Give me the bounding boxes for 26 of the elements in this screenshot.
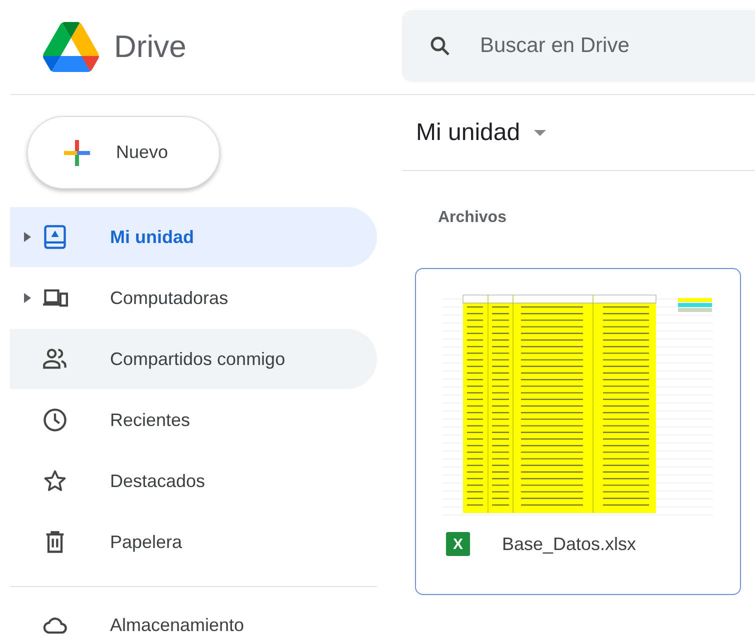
file-card[interactable]: X Base_Datos.xlsx: [415, 268, 741, 595]
sidebar-item[interactable]: Computadoras: [10, 268, 377, 328]
drive-logo-icon: [42, 22, 100, 72]
location-menu-button[interactable]: Mi unidad: [402, 118, 546, 146]
sidebar-item[interactable]: Destacados: [10, 451, 377, 511]
new-button[interactable]: Nuevo: [27, 116, 220, 189]
expand-arrow-icon[interactable]: [24, 232, 31, 242]
section-heading: Archivos: [437, 208, 508, 228]
drive-icon: [42, 224, 68, 250]
spreadsheet-icon: X: [446, 532, 470, 556]
sidebar-item[interactable]: Recientes: [10, 390, 377, 450]
expand-arrow-icon[interactable]: [24, 293, 31, 303]
clock-icon: [42, 407, 68, 433]
plus-icon: [62, 138, 92, 168]
file-name: Base_Datos.xlsx: [502, 534, 636, 554]
sidebar-item[interactable]: Compartidos conmigo: [10, 329, 377, 389]
search-icon: [428, 34, 452, 58]
star-icon: [42, 468, 68, 494]
search-bar[interactable]: Buscar en Drive: [402, 10, 755, 82]
sidebar-item[interactable]: Papelera: [10, 512, 377, 572]
dropdown-caret-icon: [534, 130, 546, 136]
storage-item[interactable]: Almacenamiento: [10, 595, 377, 643]
people-icon: [42, 346, 68, 372]
app-title: Drive: [114, 29, 186, 65]
search-field[interactable]: Buscar en Drive: [478, 33, 742, 59]
sidebar-item[interactable]: Mi unidad: [10, 207, 377, 267]
